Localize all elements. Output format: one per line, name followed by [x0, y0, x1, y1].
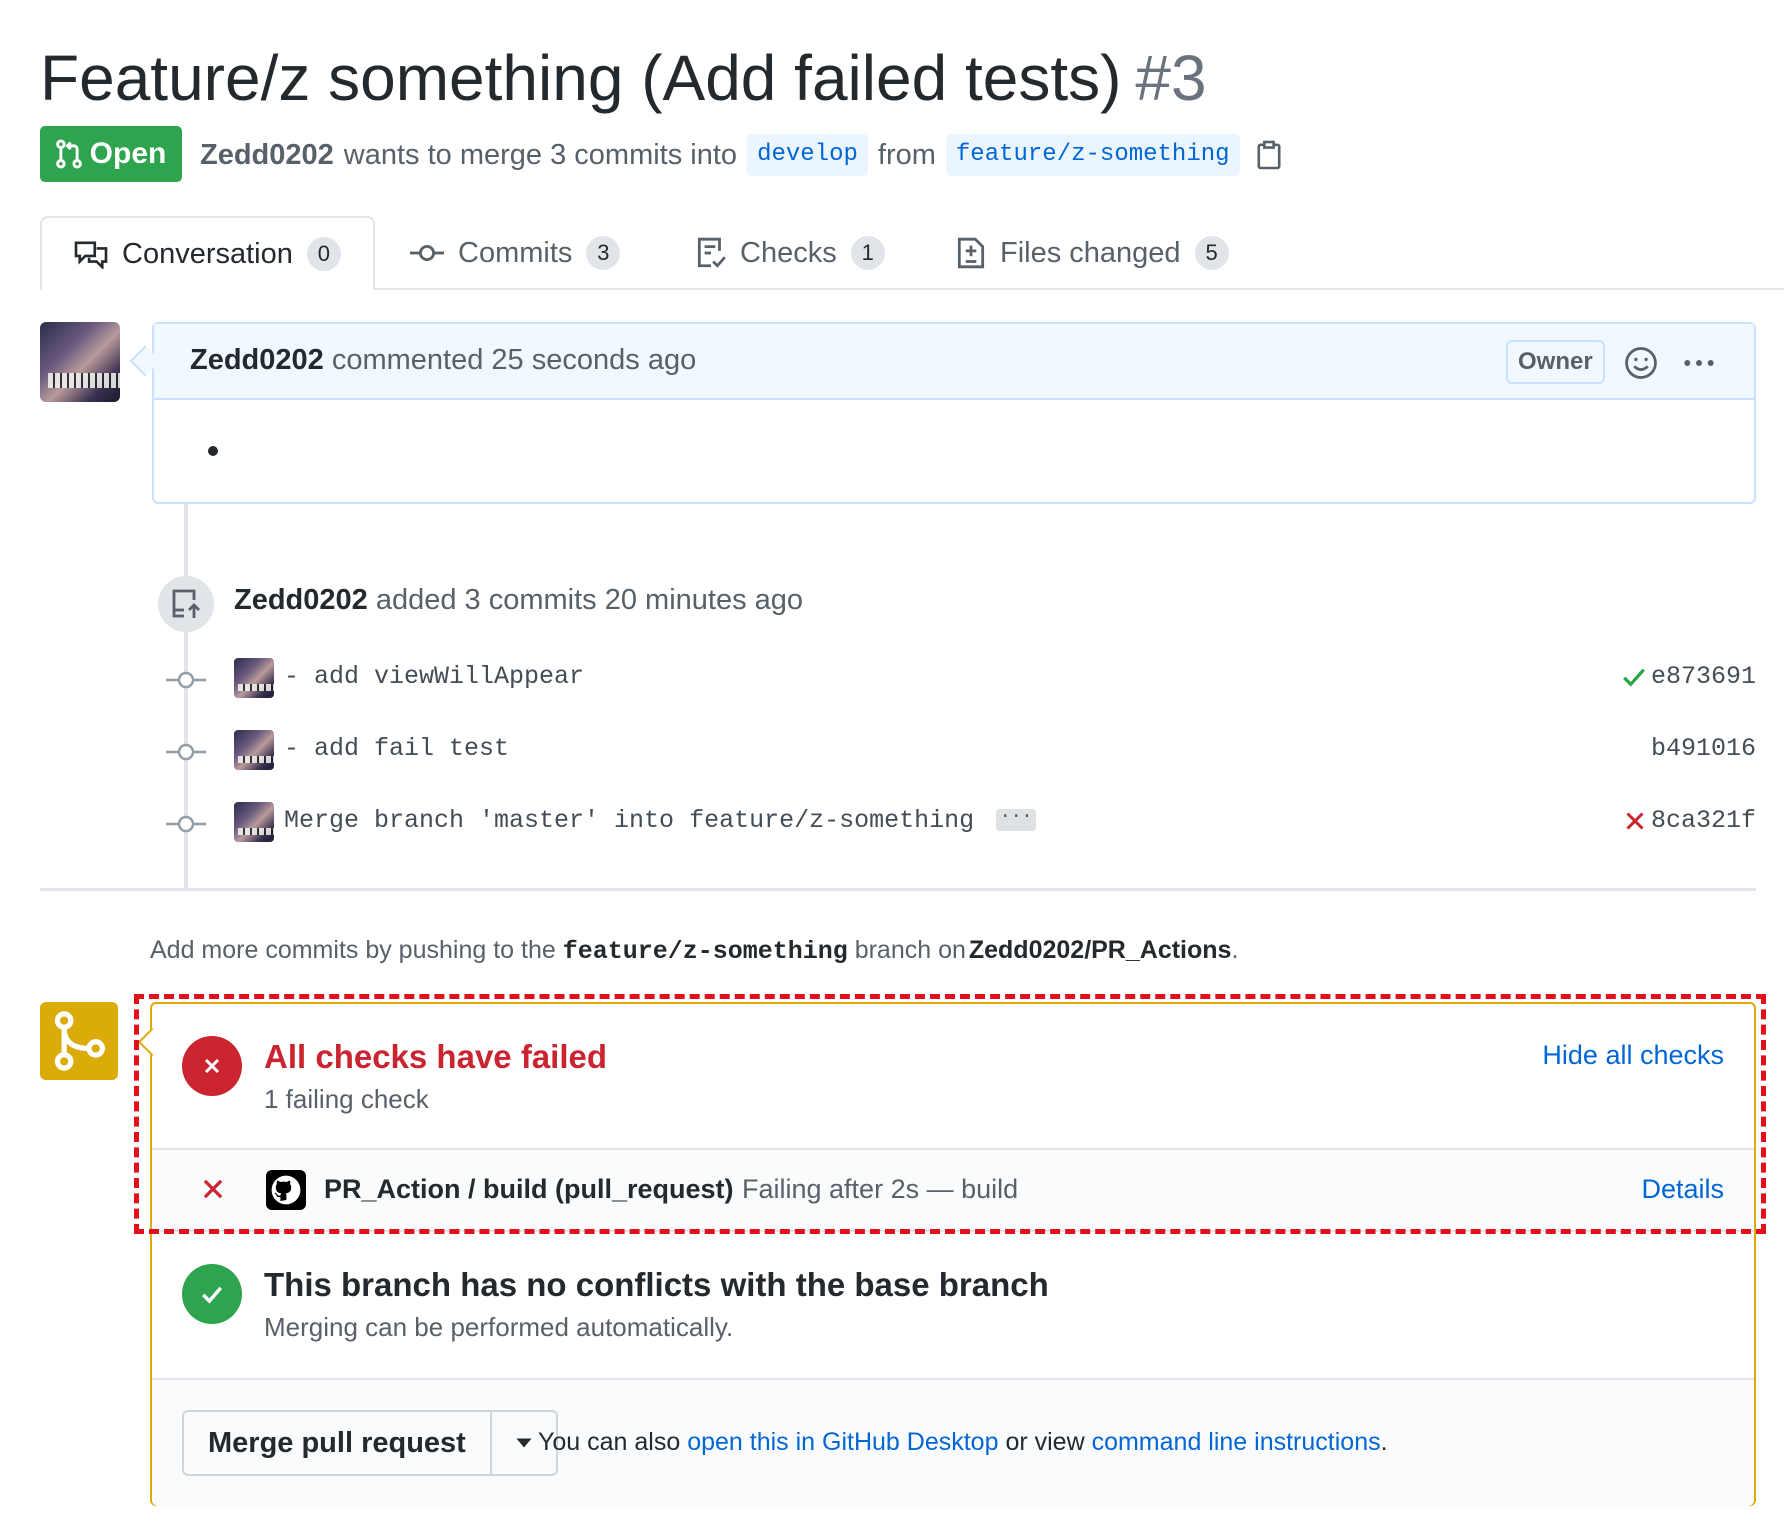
merge-footer: Merge pull request You can also open thi…: [152, 1378, 1754, 1506]
checklist-icon: [697, 237, 726, 268]
push-hint-prefix: Add more commits by pushing to the: [150, 936, 556, 964]
git-commit-icon: [410, 244, 444, 262]
commit-sha[interactable]: b491016: [1651, 734, 1756, 763]
pr-state-label: Open: [89, 137, 167, 170]
git-commit-icon: [166, 815, 206, 833]
push-hint-repo: Zedd0202/PR_Actions: [968, 936, 1232, 964]
highlight-annotation: [134, 994, 1766, 1234]
comment-card: Zedd0202 commented 25 seconds ago Owner: [152, 322, 1756, 504]
timeline-separator: [40, 888, 1756, 891]
tab-commits[interactable]: Commits 3: [410, 216, 621, 290]
x-icon[interactable]: [1623, 809, 1647, 833]
commit-message-wrap: Merge branch 'master' into feature/z-som…: [284, 806, 1037, 835]
no-conflicts-badge: [182, 1264, 242, 1324]
expand-commit-button[interactable]: ···: [996, 808, 1037, 832]
tab-counter: 3: [586, 236, 621, 270]
tab-conversation[interactable]: Conversation 0: [40, 216, 375, 290]
commit-sha[interactable]: e873691: [1621, 662, 1756, 691]
commit-avatar[interactable]: [234, 658, 274, 698]
commit-message[interactable]: Merge branch 'master' into feature/z-som…: [284, 806, 974, 835]
comment-meta: Zedd0202 commented 25 seconds ago: [190, 344, 696, 377]
git-merge-badge: [40, 1002, 118, 1080]
comment-author-link[interactable]: Zedd0202: [190, 344, 324, 376]
check-icon[interactable]: [1621, 664, 1647, 690]
pr-number: #3: [1135, 42, 1207, 114]
commit-row: Merge branch 'master' into feature/z-som…: [166, 802, 1756, 846]
push-hint-suffix: .: [1231, 936, 1239, 964]
check-icon: [202, 1286, 223, 1304]
pr-merge-text: wants to merge 3 commits into: [343, 138, 738, 171]
pr-meta: Zedd0202 wants to merge 3 commits into d…: [200, 134, 1282, 176]
conflicts-subtitle: Merging can be performed automatically.: [264, 1312, 734, 1342]
tab-checks[interactable]: Checks 1: [696, 216, 885, 290]
commits-event-desc: added 3 commits 20 minutes ago: [375, 584, 804, 616]
pr-author-link[interactable]: Zedd0202: [200, 139, 334, 172]
repo-push-icon: [172, 589, 200, 618]
clipboard-icon[interactable]: [1256, 140, 1282, 170]
comment-body-bullet: [208, 446, 218, 456]
tab-label: Conversation: [122, 237, 293, 270]
conflicts-title: This branch has no conflicts with the ba…: [264, 1266, 1049, 1303]
commits-event-author[interactable]: Zedd0202: [234, 584, 368, 616]
avatar[interactable]: [40, 322, 120, 402]
commit-sha-text: e873691: [1650, 662, 1756, 691]
tab-counter: 0: [306, 237, 341, 271]
pr-title-text: Feature/z something (Add failed tests): [40, 42, 1122, 114]
smiley-icon[interactable]: [1624, 346, 1658, 380]
commits-event-text: Zedd0202 added 3 commits 20 minutes ago: [234, 584, 803, 617]
tab-label: Commits: [458, 236, 573, 269]
command-line-instructions-link[interactable]: command line instructions: [1092, 1428, 1381, 1456]
merge-help-text: You can also open this in GitHub Desktop…: [538, 1428, 1388, 1457]
commit-avatar[interactable]: [234, 802, 274, 842]
git-merge-icon: [54, 1011, 105, 1071]
comment-discussion-icon: [74, 241, 108, 269]
commit-row: - add fail test b491016: [166, 730, 1756, 774]
repo-push-badge: [158, 576, 214, 632]
tab-label: Checks: [740, 236, 837, 269]
git-pull-request-icon: [55, 139, 82, 169]
comment-action: commented 25 seconds ago: [331, 344, 697, 376]
push-hint-branch: feature/z-something: [562, 937, 848, 966]
merge-help-suffix: .: [1380, 1428, 1388, 1456]
merge-help-middle: or view: [1005, 1428, 1085, 1456]
open-github-desktop-link[interactable]: open this in GitHub Desktop: [687, 1428, 998, 1456]
merge-pull-request-button[interactable]: Merge pull request: [184, 1412, 490, 1474]
push-hint-middle: branch on: [854, 936, 966, 964]
merge-button-group: Merge pull request: [182, 1410, 558, 1476]
commit-sha-text: b491016: [1650, 734, 1756, 763]
push-hint: Add more commits by pushing to the featu…: [150, 936, 1238, 966]
tab-counter: 5: [1194, 236, 1229, 270]
comment-header: Zedd0202 commented 25 seconds ago Owner: [154, 324, 1754, 400]
tab-counter: 1: [850, 236, 885, 270]
commit-message[interactable]: - add viewWillAppear: [284, 662, 584, 691]
pr-title: Feature/z something (Add failed tests) #3: [40, 38, 1207, 118]
head-branch-label[interactable]: feature/z-something: [945, 134, 1240, 176]
git-commit-icon: [166, 671, 206, 689]
base-branch-label[interactable]: develop: [747, 134, 868, 176]
commit-row: - add viewWillAppear e873691: [166, 658, 1756, 702]
commit-sha-text: 8ca321f: [1650, 806, 1756, 835]
commit-message[interactable]: - add fail test: [284, 734, 509, 763]
git-commit-icon: [166, 743, 206, 761]
kebab-horizontal-icon[interactable]: [1682, 346, 1716, 380]
diff-icon: [957, 237, 985, 269]
triangle-down-icon: [516, 1438, 532, 1448]
commit-avatar[interactable]: [234, 730, 274, 770]
merge-help-prefix: You can also: [538, 1428, 681, 1456]
tab-files-changed[interactable]: Files changed 5: [956, 216, 1229, 290]
pr-from-text: from: [877, 138, 936, 171]
pr-state-badge: Open: [40, 126, 182, 182]
commit-sha[interactable]: 8ca321f: [1623, 806, 1756, 835]
owner-badge: Owner: [1506, 340, 1605, 384]
tab-label: Files changed: [1000, 236, 1181, 269]
